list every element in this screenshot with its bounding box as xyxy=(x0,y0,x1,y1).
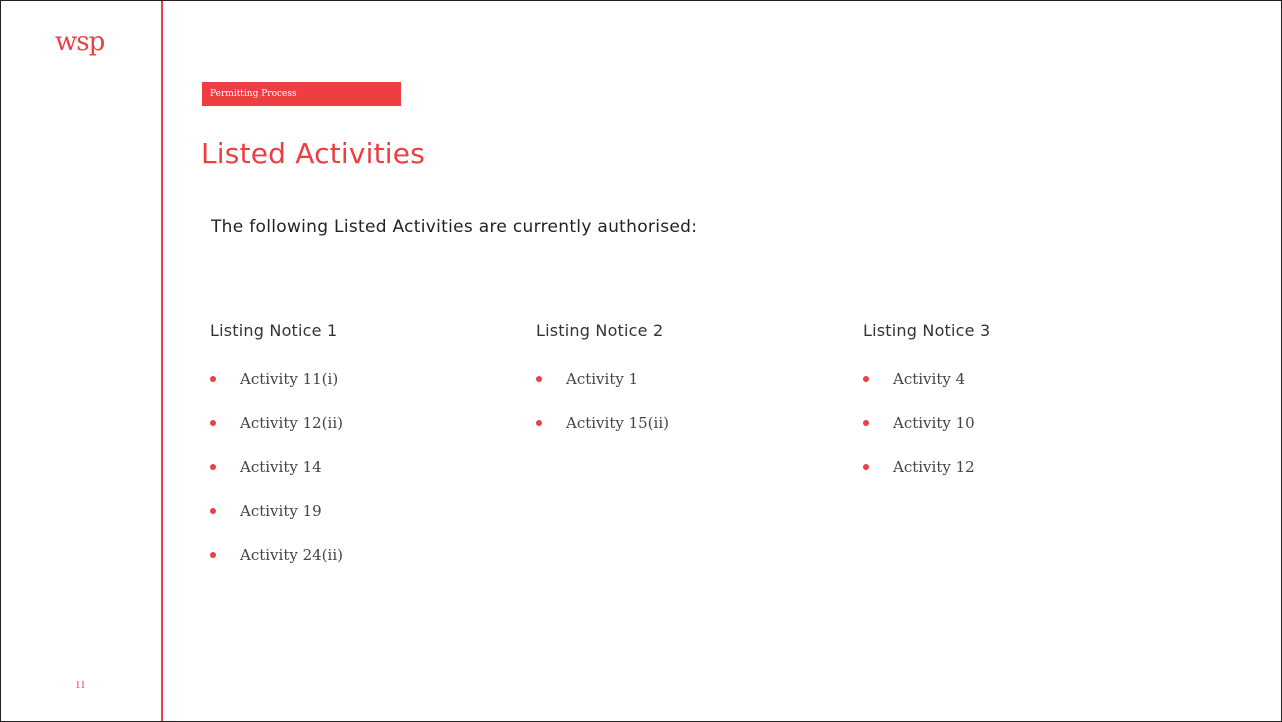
activity-label: Activity 15(ii) xyxy=(566,414,669,432)
list-item: Activity 11(i) xyxy=(210,369,343,413)
list-item: Activity 15(ii) xyxy=(536,413,669,457)
list-item: Activity 14 xyxy=(210,457,343,501)
vertical-divider xyxy=(161,1,163,721)
bullet-icon xyxy=(536,420,542,426)
activity-label: Activity 10 xyxy=(893,414,975,432)
activity-label: Activity 1 xyxy=(566,370,639,388)
listing-notice-heading: Listing Notice 2 xyxy=(536,321,664,340)
slide-title: Listed Activities xyxy=(201,137,425,170)
section-tag: Permitting Process xyxy=(202,82,401,106)
bullet-icon xyxy=(210,508,216,514)
list-item: Activity 19 xyxy=(210,501,343,545)
activity-label: Activity 12(ii) xyxy=(240,414,343,432)
activity-list: Activity 1 Activity 15(ii) xyxy=(536,369,669,457)
bullet-icon xyxy=(863,376,869,382)
activity-list: Activity 4 Activity 10 Activity 12 xyxy=(863,369,990,501)
bullet-icon xyxy=(863,420,869,426)
bullet-icon xyxy=(863,464,869,470)
wsp-logo: wsp xyxy=(55,27,105,57)
activity-label: Activity 24(ii) xyxy=(240,546,343,564)
listing-notice-1-column: Listing Notice 1 Activity 11(i) Activity… xyxy=(210,321,343,589)
activity-label: Activity 12 xyxy=(893,458,975,476)
listing-notice-2-column: Listing Notice 2 Activity 1 Activity 15(… xyxy=(536,321,669,457)
bullet-icon xyxy=(210,552,216,558)
bullet-icon xyxy=(210,376,216,382)
list-item: Activity 1 xyxy=(536,369,669,413)
activity-label: Activity 14 xyxy=(240,458,322,476)
intro-text: The following Listed Activities are curr… xyxy=(211,217,698,237)
listing-notice-heading: Listing Notice 1 xyxy=(210,321,338,340)
listing-notice-heading: Listing Notice 3 xyxy=(863,321,991,340)
list-item: Activity 10 xyxy=(863,413,990,457)
list-item: Activity 24(ii) xyxy=(210,545,343,589)
list-item: Activity 4 xyxy=(863,369,990,413)
activity-list: Activity 11(i) Activity 12(ii) Activity … xyxy=(210,369,343,589)
listing-notice-3-column: Listing Notice 3 Activity 4 Activity 10 … xyxy=(863,321,990,501)
bullet-icon xyxy=(536,376,542,382)
bullet-icon xyxy=(210,464,216,470)
activity-label: Activity 4 xyxy=(893,370,966,388)
list-item: Activity 12 xyxy=(863,457,990,501)
activity-label: Activity 11(i) xyxy=(240,370,339,388)
list-item: Activity 12(ii) xyxy=(210,413,343,457)
bullet-icon xyxy=(210,420,216,426)
page-number: 11 xyxy=(75,679,86,691)
slide: wsp 11 Permitting Process Listed Activit… xyxy=(0,0,1282,722)
activity-label: Activity 19 xyxy=(240,502,322,520)
